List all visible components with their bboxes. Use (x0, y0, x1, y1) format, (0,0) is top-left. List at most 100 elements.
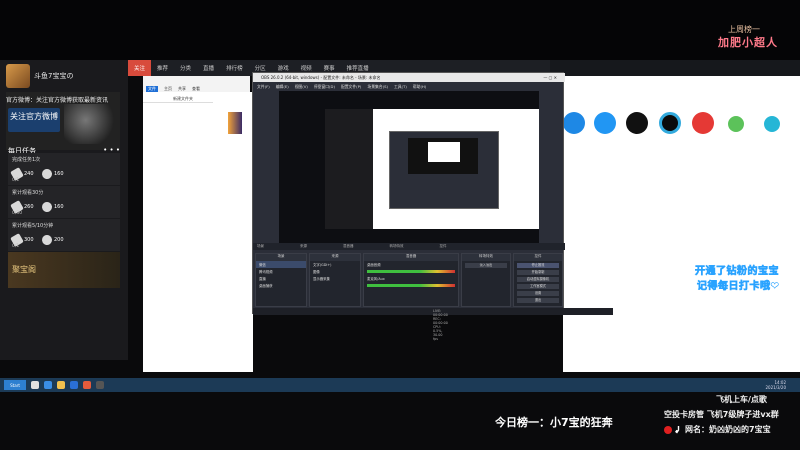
task-progress: 0/1 (12, 178, 20, 183)
dock-title-controls: 控件 (439, 244, 447, 248)
reward-b: 160 (40, 167, 64, 181)
streamer-name: 斗鱼7宝宝の (34, 72, 74, 80)
follow-weibo-button[interactable]: 关注官方微博 (8, 108, 60, 132)
coin-icon (40, 200, 54, 214)
nested-obs-preview (408, 138, 478, 174)
caption-requests: 飞机上车/点歌 (716, 395, 767, 404)
obs-menu-view[interactable]: 视图(V) (295, 84, 308, 90)
bottom-overlay-band (0, 392, 800, 450)
source-item[interactable]: 文字(GDI+) (310, 261, 360, 268)
transitions-dock: 转场特效 淡入淡出 (461, 253, 511, 307)
explorer-menu-share[interactable]: 共享 (178, 86, 186, 92)
stream-frame: 上周榜一 加肥小超人 关注 推荐 分类 直播 排行榜 分区 游戏 视频 赛事 推… (0, 0, 800, 450)
streamer-avatar[interactable] (6, 64, 30, 88)
mixer-channel-label: 桌面音频 (367, 263, 381, 267)
nested-obs-window (389, 131, 499, 209)
obs-menu-file[interactable]: 文件(F) (257, 84, 270, 90)
weibo-icon (664, 425, 672, 434)
app-k-icon[interactable] (563, 112, 585, 134)
task-card-2[interactable]: 累计观看30分 260 160 0/30 (8, 186, 120, 218)
window-controls-icon[interactable]: — ▢ ✕ (543, 75, 557, 80)
obs-menu-tools[interactable]: 工具(T) (394, 84, 407, 90)
explorer-menu-file[interactable]: 文件 (146, 86, 158, 92)
task-title: 累计观看30分 (12, 190, 44, 196)
reward-b: 200 (40, 233, 64, 247)
search-icon[interactable] (31, 381, 39, 389)
tab-follow[interactable]: 关注 (128, 60, 152, 76)
wechat-icon[interactable] (728, 116, 744, 132)
file-thumbnail[interactable] (228, 112, 242, 134)
task-title: 完成任务1次 (12, 157, 41, 163)
coin-icon (40, 233, 54, 247)
browser-icon[interactable] (44, 381, 52, 389)
scene-item[interactable]: 微信 (256, 261, 306, 268)
transition-select[interactable]: 淡入淡出 (465, 263, 507, 268)
scene-item[interactable]: 腾讯视频 (256, 268, 306, 275)
obs-title: OBS 26.0.2 (64-bit, windows) - 配置文件: 未命名… (261, 75, 381, 80)
obs-menu-profile[interactable]: 配置文件(P) (341, 84, 361, 90)
stop-streaming-button[interactable]: 停止推流 (517, 263, 559, 268)
obs-menu-help[interactable]: 帮助(H) (413, 84, 426, 90)
exit-button[interactable]: 退出 (517, 298, 559, 303)
treasure-shop-label: 聚宝阁 (12, 265, 36, 274)
volume-meter[interactable] (367, 284, 455, 287)
obs-menu-scenes[interactable]: 场景集合(S) (367, 84, 388, 90)
obs-dock-titles: 场景 来源 混音器 转场特效 控件 (253, 243, 565, 250)
douyin-icon (675, 425, 680, 434)
netease-music-icon[interactable] (692, 112, 714, 134)
source-item[interactable]: 显示器采集 (310, 275, 360, 282)
promo-artwork (64, 104, 118, 144)
dock-title-scenes: 场景 (257, 244, 264, 248)
dock-title-sources: 来源 (300, 244, 307, 248)
tab-ranking[interactable]: 排行榜 (220, 60, 249, 76)
obs-status-bar: LIVE: 00:00:00 REC: 00:00:00 CPU: 0.5%, … (253, 308, 613, 341)
coin-icon (40, 167, 54, 181)
scene-item[interactable]: 桌面捕获 (256, 282, 306, 289)
settings-button[interactable]: 设置 (517, 291, 559, 296)
app-icon[interactable] (70, 381, 78, 389)
app-cyan-icon[interactable] (764, 116, 780, 132)
reward-b: 160 (40, 200, 64, 214)
nested-obs-preview-inner (428, 142, 460, 162)
treasure-shop-card[interactable]: 聚宝阁 (8, 252, 120, 288)
task-card-3[interactable]: 累计观看5/10分钟 300 200 0/1 (8, 219, 120, 251)
obs-menu-docks[interactable]: 停靠窗口(D) (314, 84, 335, 90)
explorer-menu-home[interactable]: 主页 (164, 86, 172, 92)
obs-icon[interactable] (96, 381, 104, 389)
app-s-icon[interactable] (594, 112, 616, 134)
obs-menu-edit[interactable]: 编辑(E) (276, 84, 289, 90)
weibo-promo-title: 官方微博：关注官方微博获取最新资讯 (6, 97, 109, 104)
start-recording-button[interactable]: 开始录制 (517, 270, 559, 275)
caption-group-info: 空投卡房管 飞机7级牌子进vx群 (664, 410, 779, 419)
obs-window: OBS 26.0.2 (64-bit, windows) - 配置文件: 未命名… (252, 72, 613, 341)
folder-icon[interactable] (57, 381, 65, 389)
mixer-dock: 混音器 桌面音频 麦克风/Aux (363, 253, 459, 307)
qq-penguin-icon[interactable] (626, 112, 648, 134)
scenes-dock: 场景 微信 腾讯视频 直播 桌面捕获 (255, 253, 307, 307)
streamer-header: 斗鱼7宝宝の (6, 62, 124, 90)
controls-dock: 控件 停止推流 开始录制 启动虚拟摄像机 工作室模式 设置 退出 (513, 253, 563, 307)
browser-toolbar-right (550, 60, 800, 76)
start-button[interactable]: Start (4, 380, 26, 390)
source-item[interactable]: 图像 (310, 268, 360, 275)
fan-card-overlay-line1: 开通了钻粉的宝宝 (695, 266, 779, 278)
scene-item[interactable]: 直播 (256, 275, 306, 282)
explorer-menu-view[interactable]: 查看 (192, 86, 200, 92)
virtual-camera-button[interactable]: 启动虚拟摄像机 (517, 277, 559, 282)
app-ring-icon[interactable] (659, 112, 681, 134)
tab-recommend[interactable]: 推荐 (151, 60, 174, 76)
tab-category[interactable]: 分类 (174, 60, 197, 76)
top-overlay-band: 上周榜一 加肥小超人 (0, 0, 800, 60)
dock-title-transitions: 转场特效 (389, 244, 404, 248)
task-card-1[interactable]: 完成任务1次 240 160 0/1 (8, 153, 120, 185)
obs-titlebar: OBS 26.0.2 (64-bit, windows) - 配置文件: 未命名… (253, 73, 565, 82)
volume-meter[interactable] (367, 270, 455, 273)
nested-desktop-capture (325, 109, 539, 229)
task-progress: 0/1 (12, 244, 20, 249)
tab-live[interactable]: 直播 (197, 60, 220, 76)
windows-taskbar: Start (0, 378, 800, 392)
studio-mode-button[interactable]: 工作室模式 (517, 284, 559, 289)
douyu-icon[interactable] (83, 381, 91, 389)
system-clock[interactable]: 14:02 2021/3/20 (765, 380, 786, 390)
obs-preview[interactable] (279, 91, 539, 243)
